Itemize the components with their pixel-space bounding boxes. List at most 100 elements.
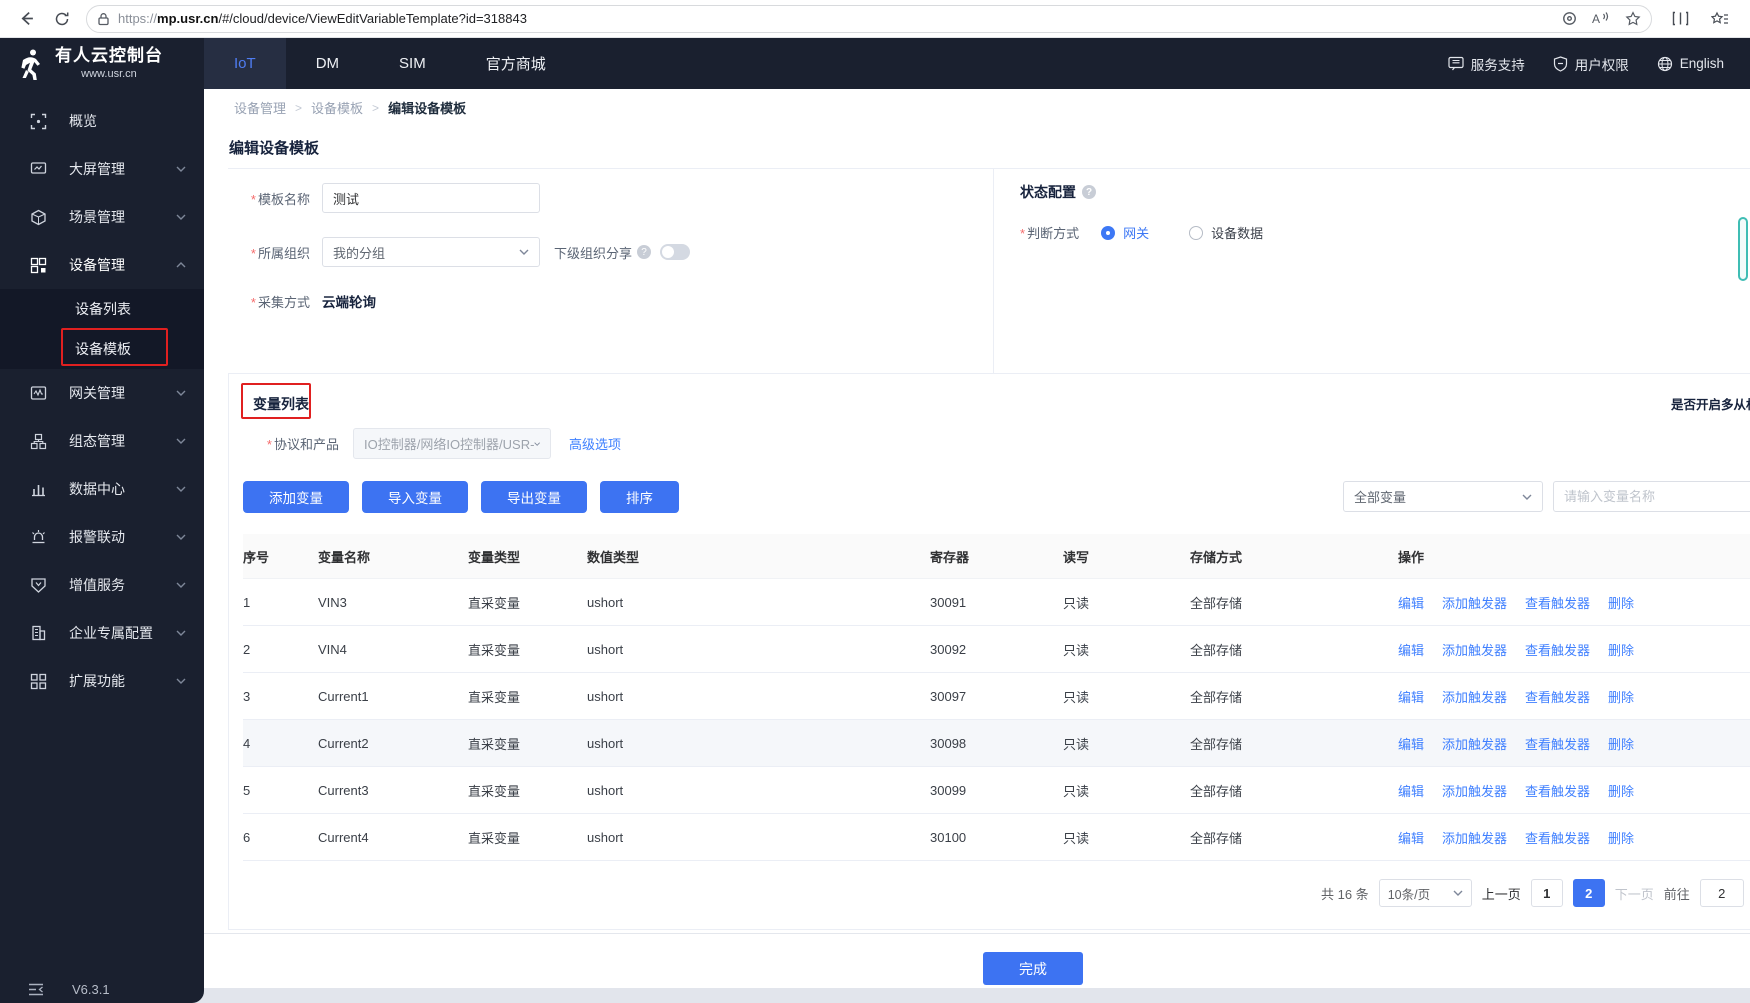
- add-trigger-link[interactable]: 添加触发器: [1442, 593, 1507, 612]
- help-icon[interactable]: ?: [637, 245, 652, 259]
- table-row: 6 Current4 直采变量 ushort 30100 只读 全部存储 编辑 …: [243, 814, 1750, 861]
- shield-icon: [1553, 55, 1568, 72]
- prev-page-button[interactable]: 上一页: [1482, 884, 1521, 903]
- sidebar-item-device-template[interactable]: 设备模板: [0, 329, 204, 369]
- nav-tab-sim[interactable]: SIM: [369, 38, 456, 89]
- view-trigger-link[interactable]: 查看触发器: [1525, 734, 1590, 753]
- import-variable-button[interactable]: 导入变量: [362, 481, 468, 513]
- template-name-input[interactable]: [322, 183, 540, 213]
- nav-tab-iot[interactable]: IoT: [204, 38, 286, 89]
- add-trigger-link[interactable]: 添加触发器: [1442, 734, 1507, 753]
- multi-slave-label: 是否开启多从机模式: [1671, 398, 1750, 412]
- sidebar-item-alarm[interactable]: 报警联动: [0, 513, 204, 561]
- sidebar-item-device-list[interactable]: 设备列表: [0, 289, 204, 329]
- delete-link[interactable]: 删除: [1608, 734, 1634, 753]
- sidebar-item-extensions[interactable]: 扩展功能: [0, 657, 204, 705]
- logo[interactable]: 有人云控制台 www.usr.cn: [0, 38, 204, 89]
- refresh-icon[interactable]: [48, 5, 76, 33]
- edit-link[interactable]: 编辑: [1398, 640, 1424, 659]
- user-permissions[interactable]: 用户权限: [1553, 54, 1629, 74]
- page-2-button[interactable]: 2: [1572, 879, 1605, 907]
- language-switch[interactable]: English: [1657, 56, 1724, 72]
- view-trigger-link[interactable]: 查看触发器: [1525, 687, 1590, 706]
- datacenter-icon: [30, 481, 47, 497]
- organization-select[interactable]: 我的分组: [322, 237, 540, 267]
- add-trigger-link[interactable]: 添加触发器: [1442, 687, 1507, 706]
- edit-link[interactable]: 编辑: [1398, 593, 1424, 612]
- nav-tab-mall[interactable]: 官方商城: [456, 38, 576, 89]
- sidebar-item-device[interactable]: 设备管理: [0, 241, 204, 289]
- scrollbar-thumb[interactable]: [1738, 217, 1748, 281]
- favorite-star-icon[interactable]: [1625, 10, 1641, 27]
- collect-method-label: * 采集方式: [250, 294, 310, 310]
- view-trigger-link[interactable]: 查看触发器: [1525, 640, 1590, 659]
- sidebar-item-scene[interactable]: 场景管理: [0, 193, 204, 241]
- add-trigger-link[interactable]: 添加触发器: [1442, 781, 1507, 800]
- alarm-icon: [30, 529, 47, 545]
- delete-link[interactable]: 删除: [1608, 687, 1634, 706]
- edit-link[interactable]: 编辑: [1398, 687, 1424, 706]
- edit-link[interactable]: 编辑: [1398, 781, 1424, 800]
- edit-link[interactable]: 编辑: [1398, 734, 1424, 753]
- favorites-bar-icon[interactable]: [1706, 5, 1734, 33]
- chevron-up-icon: [176, 262, 186, 268]
- sidebar-item-vas[interactable]: 增值服务: [0, 561, 204, 609]
- chevron-down-icon: [176, 390, 186, 396]
- back-icon[interactable]: [12, 5, 40, 33]
- radio-device-data[interactable]: 设备数据: [1189, 223, 1263, 242]
- share-sub-org-toggle[interactable]: [660, 244, 691, 260]
- pagination: 共 16 条 10条/页 上一页 1 2 下一页 前往: [1321, 879, 1744, 907]
- sidebar-item-datacenter[interactable]: 数据中心: [0, 465, 204, 513]
- view-trigger-link[interactable]: 查看触发器: [1525, 828, 1590, 847]
- collapse-sidebar-icon[interactable]: [28, 983, 44, 996]
- sidebar-item-scada[interactable]: 组态管理: [0, 417, 204, 465]
- chevron-down-icon: [1522, 494, 1532, 500]
- breadcrumb-device-management[interactable]: 设备管理: [234, 98, 286, 117]
- sidebar-item-enterprise[interactable]: 企业专属配置: [0, 609, 204, 657]
- radio-gateway[interactable]: 网关: [1101, 223, 1149, 242]
- delete-link[interactable]: 删除: [1608, 640, 1634, 659]
- browser-toolbar: https://mp.usr.cn/#/cloud/device/ViewEdi…: [0, 0, 1750, 38]
- chevron-down-icon: [176, 486, 186, 492]
- next-page-button[interactable]: 下一页: [1615, 884, 1654, 903]
- sidebar-item-bigscreen[interactable]: 大屏管理: [0, 145, 204, 193]
- device-icon: [30, 257, 47, 274]
- location-target-icon[interactable]: [1561, 10, 1578, 27]
- read-aloud-icon[interactable]: A: [1592, 11, 1611, 26]
- table-row: 2 VIN4 直采变量 ushort 30092 只读 全部存储 编辑 添加触发…: [243, 626, 1750, 673]
- organization-label: * 所属组织: [250, 245, 310, 261]
- done-button[interactable]: 完成: [983, 952, 1083, 985]
- address-bar[interactable]: https://mp.usr.cn/#/cloud/device/ViewEdi…: [86, 4, 1652, 33]
- chevron-down-icon: [176, 630, 186, 636]
- variable-filter-select[interactable]: 全部变量: [1343, 481, 1543, 512]
- split-screen-icon[interactable]: [1666, 5, 1694, 33]
- nav-tab-dm[interactable]: DM: [286, 38, 369, 89]
- sort-button[interactable]: 排序: [600, 481, 679, 513]
- help-icon[interactable]: ?: [1082, 185, 1096, 199]
- view-trigger-link[interactable]: 查看触发器: [1525, 593, 1590, 612]
- delete-link[interactable]: 删除: [1608, 593, 1634, 612]
- svg-text:A: A: [1592, 12, 1600, 26]
- add-trigger-link[interactable]: 添加触发器: [1442, 640, 1507, 659]
- page-size-select[interactable]: 10条/页: [1378, 879, 1472, 907]
- view-trigger-link[interactable]: 查看触发器: [1525, 781, 1590, 800]
- status-config-panel: 状态配置 ? * 判断方式 网关 设备数据: [993, 169, 1750, 373]
- delete-link[interactable]: 删除: [1608, 781, 1634, 800]
- add-trigger-link[interactable]: 添加触发器: [1442, 828, 1507, 847]
- variables-table: 序号 变量名称 变量类型 数值类型 寄存器 读写 存储方式 操作 1 VIN3 …: [243, 534, 1750, 861]
- advanced-options-link[interactable]: 高级选项: [569, 434, 621, 453]
- export-variable-button[interactable]: 导出变量: [481, 481, 587, 513]
- sidebar-item-gateway[interactable]: 网关管理: [0, 369, 204, 417]
- col-seq: 序号: [243, 549, 270, 565]
- service-support[interactable]: 服务支持: [1448, 54, 1525, 74]
- add-variable-button[interactable]: 添加变量: [243, 481, 349, 513]
- sidebar-item-overview[interactable]: 概览: [0, 97, 204, 145]
- chevron-down-icon: [534, 441, 540, 446]
- page-1-button[interactable]: 1: [1530, 879, 1563, 907]
- breadcrumb-device-template[interactable]: 设备模板: [311, 98, 363, 117]
- variable-search-input[interactable]: [1553, 481, 1750, 512]
- radio-unselected-icon: [1189, 225, 1204, 240]
- edit-link[interactable]: 编辑: [1398, 828, 1424, 847]
- goto-page-input[interactable]: [1699, 879, 1744, 907]
- delete-link[interactable]: 删除: [1608, 828, 1634, 847]
